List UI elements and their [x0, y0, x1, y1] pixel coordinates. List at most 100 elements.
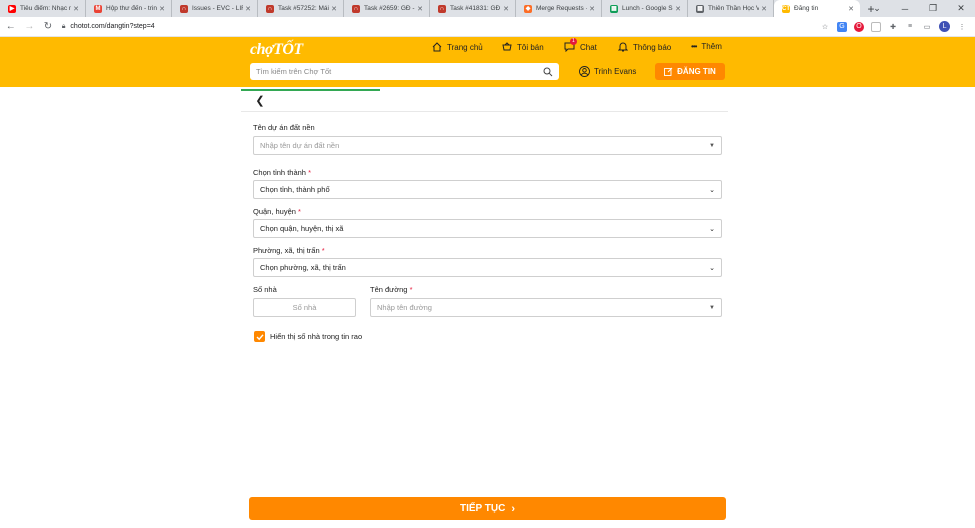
minimize-icon[interactable]: ─: [891, 0, 919, 17]
browser-tab[interactable]: ◆ Merge Requests · E✕: [516, 0, 602, 17]
close-tab-icon[interactable]: ✕: [417, 5, 423, 13]
chevron-down-icon[interactable]: ⌄: [863, 0, 891, 17]
show-house-number-label: Hiển thị số nhà trong tin rao: [270, 332, 363, 341]
user-menu[interactable]: Trinh Evans: [579, 66, 636, 77]
translate-icon[interactable]: G: [837, 21, 848, 32]
house-number-input[interactable]: Số nhà: [253, 298, 356, 317]
nav-notifications[interactable]: Thông báo: [618, 42, 671, 52]
close-tab-icon[interactable]: ✕: [159, 5, 165, 13]
district-select[interactable]: Chọn quận, huyện, thị xã ⌄: [253, 219, 722, 238]
url-field[interactable]: 🔒︎ chotot.com/dangtin?step=4: [62, 23, 820, 31]
browser-tab[interactable]: ∩ Task #57252: Mái b ✕: [258, 0, 344, 17]
browser-tab[interactable]: ∩ Issues - EVC - LIFET✕: [172, 0, 258, 17]
favicon-icon: ∩: [352, 4, 360, 13]
playlist-icon[interactable]: ≡: [905, 22, 915, 32]
street-combobox[interactable]: Nhập tên đường ▼: [370, 298, 722, 317]
post-ad-button[interactable]: ĐĂNG TIN: [655, 63, 725, 80]
browser-tab[interactable]: M Hộp thư đến - trinh ✕: [86, 0, 172, 17]
ward-select[interactable]: Chọn phường, xã, thị trấn ⌄: [253, 258, 722, 277]
browser-tab-title: Task #57252: Mái b: [278, 5, 330, 12]
nav-home-label: Trang chủ: [447, 42, 483, 52]
favicon-icon: M: [94, 4, 102, 13]
extension-icons: ☆ G O ✚ ≡ ▭ L ⋮: [820, 21, 967, 32]
ward-value: Chọn phường, xã, thị trấn: [260, 263, 346, 272]
browser-tab-title: Tiêu điểm: Nhạc nh: [20, 5, 72, 12]
district-value: Chọn quận, huyện, thị xã: [260, 224, 344, 233]
browser-tab-title: Đăng tin: [794, 5, 819, 12]
province-select[interactable]: Chọn tỉnh, thành phố ⌄: [253, 180, 722, 199]
required-mark: *: [321, 246, 325, 255]
nav-mine-label: Tôi bán: [517, 42, 544, 52]
close-tab-icon[interactable]: ✕: [848, 5, 854, 13]
chevron-down-icon: ⌄: [709, 264, 715, 272]
site-header: chợTỐT Trang chủ Tôi bán 1 Chat Thông bá…: [0, 37, 975, 87]
street-label: Tên đường *: [370, 285, 413, 294]
divider: [241, 111, 728, 112]
home-icon: [432, 42, 442, 52]
caret-down-icon: ▼: [709, 142, 715, 149]
star-icon[interactable]: ☆: [820, 22, 830, 32]
window-controls: ⌄ ─ ❐ ✕: [863, 0, 975, 17]
menu-icon[interactable]: ⋮: [957, 22, 967, 32]
user-icon: [579, 66, 590, 77]
puzzle-icon[interactable]: ✚: [888, 22, 898, 32]
chevron-right-icon: ›: [511, 502, 516, 515]
back-arrow-icon[interactable]: ←: [3, 19, 19, 35]
search-box[interactable]: [250, 63, 559, 80]
sidebar-icon[interactable]: ▭: [922, 22, 932, 32]
close-tab-icon[interactable]: ✕: [503, 5, 509, 13]
favicon-icon: ∩: [266, 4, 274, 13]
project-name-placeholder: Nhập tên dự án đất nền: [260, 141, 340, 150]
province-label: Chọn tỉnh thành *: [253, 168, 311, 177]
favicon-icon: ▦: [696, 4, 704, 13]
browser-tab-title: Task #2659: GĐ - H: [364, 5, 415, 12]
basket-icon: [502, 42, 512, 51]
nav-chat[interactable]: 1 Chat: [564, 38, 597, 52]
search-icon[interactable]: [543, 67, 553, 77]
show-house-number-checkbox[interactable]: [254, 331, 265, 342]
search-input[interactable]: [256, 67, 543, 76]
opera-icon[interactable]: O: [854, 21, 865, 32]
close-tab-icon[interactable]: ✕: [589, 5, 595, 13]
avatar[interactable]: L: [939, 21, 951, 32]
browser-tab[interactable]: ▶ Tiêu điểm: Nhạc nh ✕: [0, 0, 86, 17]
browser-tab-title: Task #41831: GĐ - I: [450, 5, 501, 12]
browser-tab-title: Merge Requests · E: [536, 5, 587, 12]
browser-tab[interactable]: CT Đăng tin ✕: [774, 0, 860, 17]
close-tab-icon[interactable]: ✕: [73, 5, 79, 13]
browser-tab[interactable]: ∩ Task #41831: GĐ - I✕: [430, 0, 516, 17]
step-progress-fill: [241, 89, 380, 91]
browser-tab-title: Issues - EVC - LIFET: [192, 5, 243, 12]
browser-tab[interactable]: ▦ Thiên Thần Học Vi ✕: [688, 0, 774, 17]
project-name-combobox[interactable]: Nhập tên dự án đất nền ▼: [253, 136, 722, 155]
post-ad-label: ĐĂNG TIN: [677, 67, 716, 76]
browser-tab-title: Hộp thư đến - trinh: [106, 5, 158, 12]
favicon-icon: ∩: [438, 4, 446, 13]
close-icon[interactable]: ✕: [947, 0, 975, 17]
step-progress: [241, 89, 728, 91]
show-house-number-option[interactable]: Hiển thị số nhà trong tin rao: [254, 331, 362, 342]
required-mark: *: [298, 207, 301, 216]
chevron-down-icon: ⌄: [709, 186, 715, 194]
ward-label: Phường, xã, thị trấn *: [253, 246, 325, 255]
close-tab-icon[interactable]: ✕: [761, 5, 767, 13]
close-tab-icon[interactable]: ✕: [331, 5, 337, 13]
nav-home[interactable]: Trang chủ: [432, 42, 483, 52]
extension-icon[interactable]: [871, 21, 882, 32]
close-tab-icon[interactable]: ✕: [675, 5, 681, 13]
logo[interactable]: chợTỐT: [250, 41, 303, 59]
back-chevron-icon[interactable]: ❮: [253, 93, 267, 107]
reload-icon[interactable]: ↻: [40, 19, 56, 35]
nav-my-listings[interactable]: Tôi bán: [502, 42, 544, 52]
forward-arrow-icon[interactable]: →: [22, 19, 38, 35]
close-tab-icon[interactable]: ✕: [245, 5, 251, 13]
nav-more[interactable]: ••• Thêm: [691, 42, 722, 51]
browser-tab[interactable]: ▦ Lunch - Google She✕: [602, 0, 688, 17]
restore-icon[interactable]: ❐: [919, 0, 947, 17]
more-dots-icon: •••: [691, 42, 697, 51]
district-label: Quận, huyện *: [253, 207, 301, 216]
chat-badge: 1: [570, 38, 577, 45]
continue-button[interactable]: TIẾP TỤC ›: [249, 497, 726, 520]
favicon-icon: CT: [782, 4, 790, 13]
browser-tab[interactable]: ∩ Task #2659: GĐ - H✕: [344, 0, 430, 17]
